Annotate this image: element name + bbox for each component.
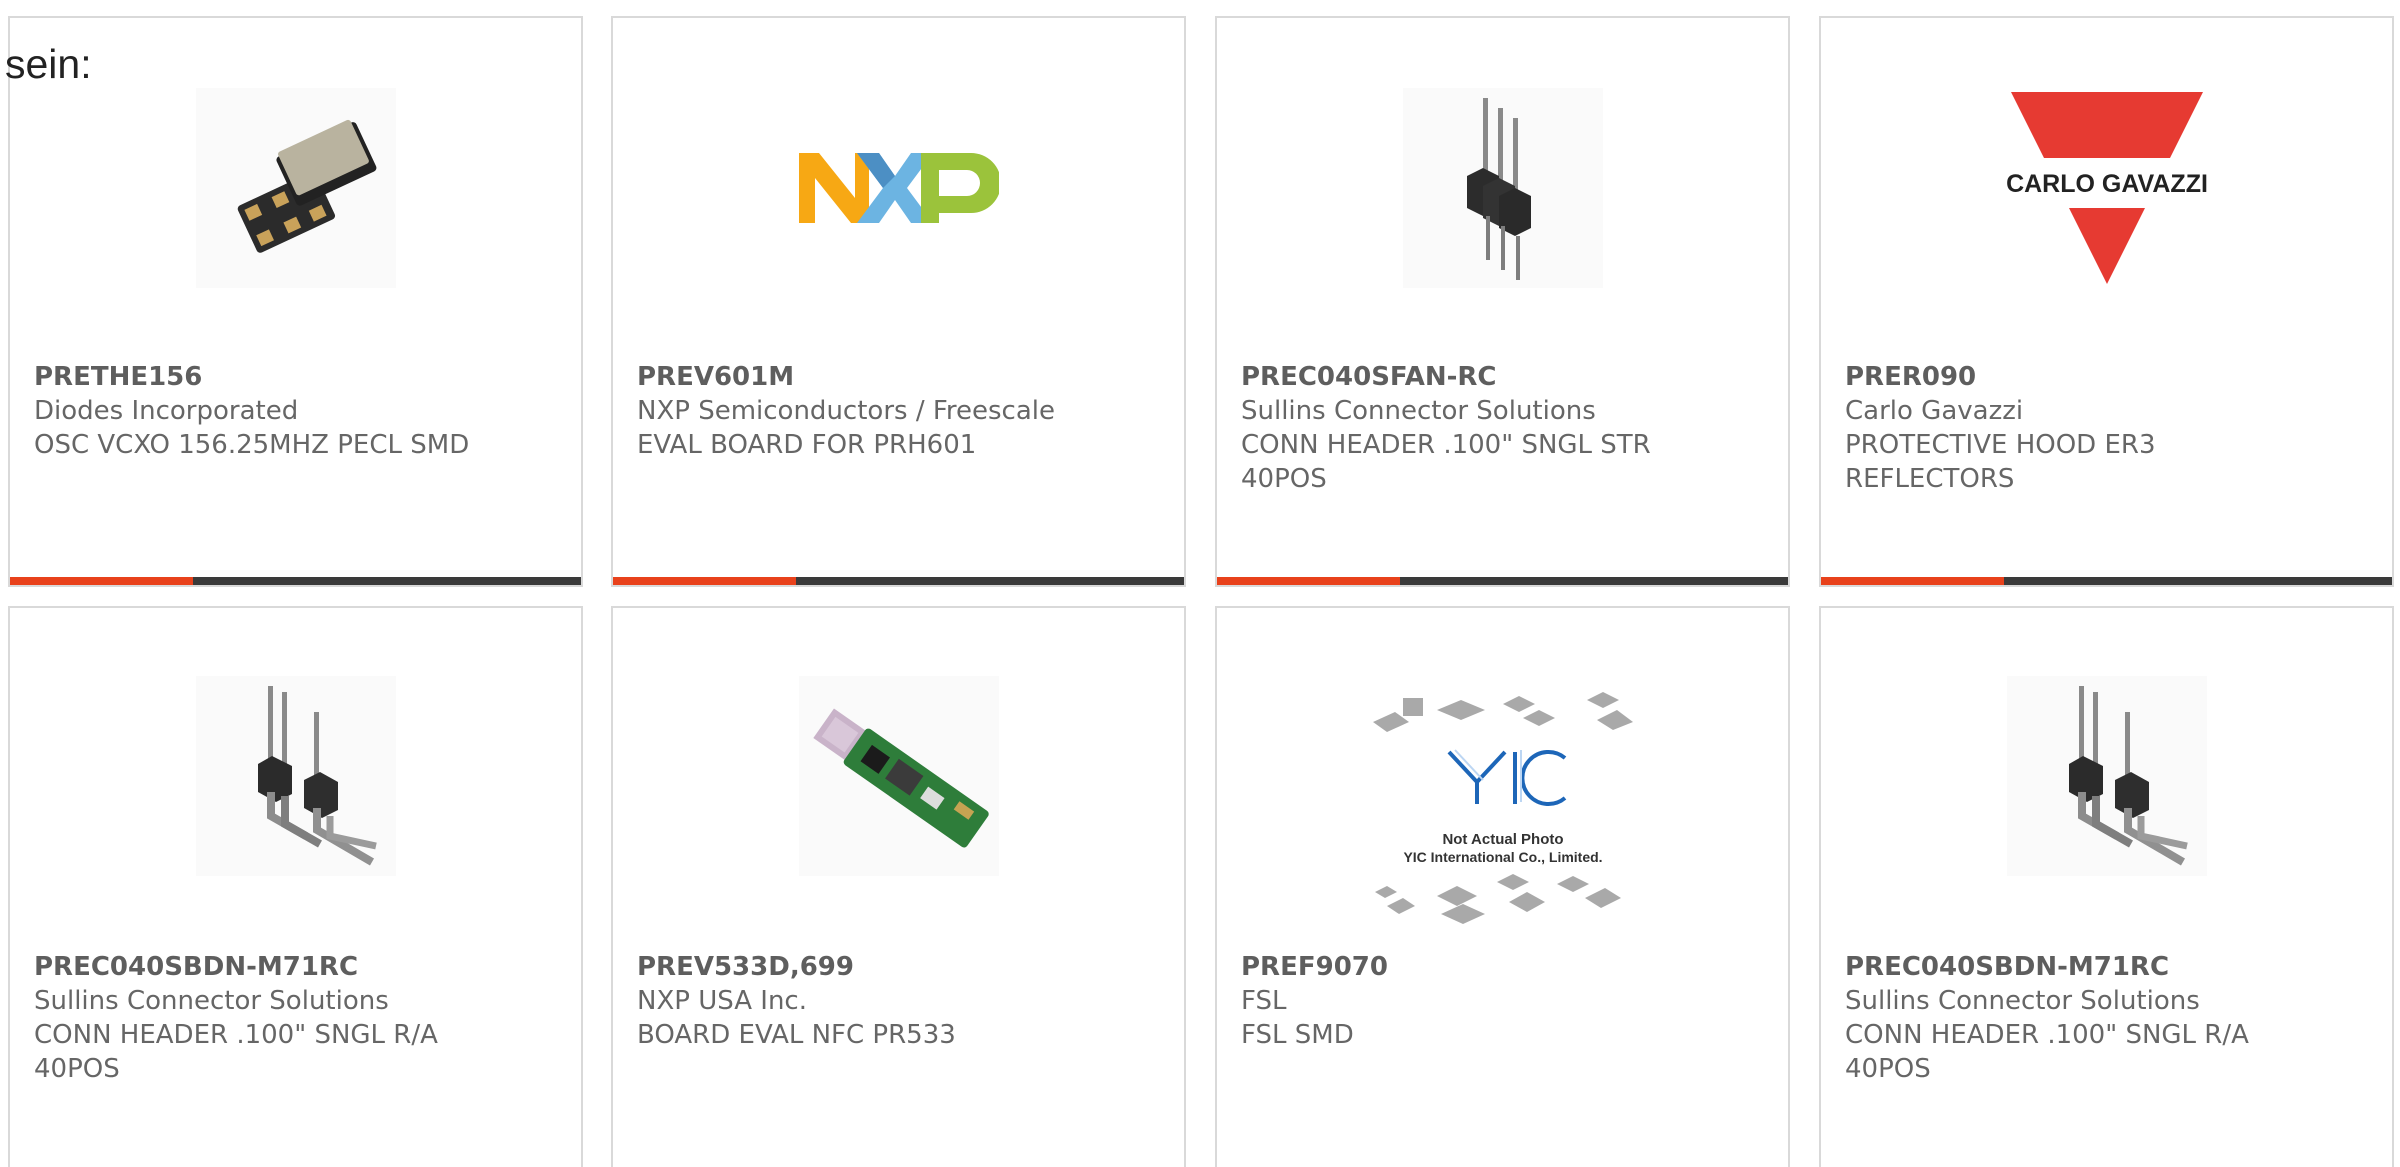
manufacturer-name: Sullins Connector Solutions bbox=[1845, 986, 2200, 1016]
straight-pin-header-image[interactable] bbox=[1403, 88, 1603, 288]
product-info: PREV533D,699 NXP USA Inc. BOARD EVAL NFC… bbox=[637, 950, 1160, 1052]
carlo-gavazzi-logo-image[interactable]: CARLO GAVAZZI bbox=[2007, 88, 2207, 288]
nxp-logo-image[interactable] bbox=[799, 88, 999, 288]
placeholder-text-1: Not Actual Photo bbox=[1442, 831, 1563, 848]
manufacturer-name: Sullins Connector Solutions bbox=[1241, 396, 1596, 426]
progress-fill bbox=[613, 577, 796, 585]
right-angle-pin-header-image[interactable] bbox=[196, 676, 396, 876]
product-card[interactable]: PRETHE156 Diodes Incorporated OSC VCXO 1… bbox=[8, 16, 583, 587]
progress-fill bbox=[10, 577, 193, 585]
part-number-link[interactable]: PRETHE156 bbox=[34, 360, 557, 394]
product-description: PROTECTIVE HOOD ER3 REFLECTORS bbox=[1845, 430, 2156, 494]
part-number-link[interactable]: PREF9070 bbox=[1241, 950, 1764, 984]
progress-bar bbox=[10, 577, 581, 585]
smd-oscillator-image[interactable] bbox=[196, 88, 396, 288]
product-card[interactable]: CARLO GAVAZZI PRER090 Carlo Gavazzi PROT… bbox=[1819, 16, 2394, 587]
progress-bar bbox=[1821, 577, 2392, 585]
product-description: EVAL BOARD FOR PRH601 bbox=[637, 430, 977, 460]
manufacturer-name: Sullins Connector Solutions bbox=[34, 986, 389, 1016]
product-info: PREC040SBDN-M71RC Sullins Connector Solu… bbox=[34, 950, 557, 1086]
product-card[interactable]: PREV533D,699 NXP USA Inc. BOARD EVAL NFC… bbox=[611, 606, 1186, 1167]
product-info: PRER090 Carlo Gavazzi PROTECTIVE HOOD ER… bbox=[1845, 360, 2368, 496]
product-info: PRETHE156 Diodes Incorporated OSC VCXO 1… bbox=[34, 360, 557, 462]
progress-bar bbox=[1217, 577, 1788, 585]
usb-nfc-board-image[interactable] bbox=[799, 676, 999, 876]
product-description: CONN HEADER .100" SNGL STR 40POS bbox=[1241, 430, 1651, 494]
placeholder-text-2: YIC International Co., Limited. bbox=[1403, 849, 1602, 865]
intro-text: sein: bbox=[5, 41, 92, 87]
product-info: PREC040SBDN-M71RC Sullins Connector Solu… bbox=[1845, 950, 2368, 1086]
manufacturer-name: NXP Semiconductors / Freescale bbox=[637, 396, 1056, 426]
product-info: PREV601M NXP Semiconductors / Freescale … bbox=[637, 360, 1160, 462]
product-card[interactable]: PREV601M NXP Semiconductors / Freescale … bbox=[611, 16, 1186, 587]
manufacturer-name: Carlo Gavazzi bbox=[1845, 396, 2024, 426]
product-description: CONN HEADER .100" SNGL R/A 40POS bbox=[34, 1020, 438, 1084]
part-number-link[interactable]: PREV601M bbox=[637, 360, 1160, 394]
product-card[interactable]: PREC040SBDN-M71RC Sullins Connector Solu… bbox=[8, 606, 583, 1167]
manufacturer-name: NXP USA Inc. bbox=[637, 986, 807, 1016]
part-number-link[interactable]: PREV533D,699 bbox=[637, 950, 1160, 984]
part-number-link[interactable]: PREC040SBDN-M71RC bbox=[34, 950, 557, 984]
product-card[interactable]: PREC040SBDN-M71RC Sullins Connector Solu… bbox=[1819, 606, 2394, 1167]
manufacturer-name: Diodes Incorporated bbox=[34, 396, 299, 426]
product-grid-page: sein: PRETHE156 Diodes Incorporated OSC … bbox=[0, 0, 2400, 1167]
yic-placeholder-image[interactable]: Not Actual Photo YIC International Co., … bbox=[1367, 692, 1639, 932]
right-angle-pin-header-image[interactable] bbox=[2007, 676, 2207, 876]
product-card[interactable]: Not Actual Photo YIC International Co., … bbox=[1215, 606, 1790, 1167]
part-number-link[interactable]: PREC040SBDN-M71RC bbox=[1845, 950, 2368, 984]
progress-fill bbox=[1217, 577, 1400, 585]
product-info: PREC040SFAN-RC Sullins Connector Solutio… bbox=[1241, 360, 1764, 496]
product-description: OSC VCXO 156.25MHZ PECL SMD bbox=[34, 430, 470, 460]
product-card[interactable]: PREC040SFAN-RC Sullins Connector Solutio… bbox=[1215, 16, 1790, 587]
product-info: PREF9070 FSL FSL SMD bbox=[1241, 950, 1764, 1052]
product-description: BOARD EVAL NFC PR533 bbox=[637, 1020, 956, 1050]
product-description: CONN HEADER .100" SNGL R/A 40POS bbox=[1845, 1020, 2249, 1084]
progress-bar bbox=[613, 577, 1184, 585]
progress-fill bbox=[1821, 577, 2004, 585]
manufacturer-name: FSL bbox=[1241, 986, 1287, 1016]
part-number-link[interactable]: PREC040SFAN-RC bbox=[1241, 360, 1764, 394]
carlo-gavazzi-logo-text: CARLO GAVAZZI bbox=[2007, 170, 2207, 198]
part-number-link[interactable]: PRER090 bbox=[1845, 360, 2368, 394]
product-description: FSL SMD bbox=[1241, 1020, 1354, 1050]
